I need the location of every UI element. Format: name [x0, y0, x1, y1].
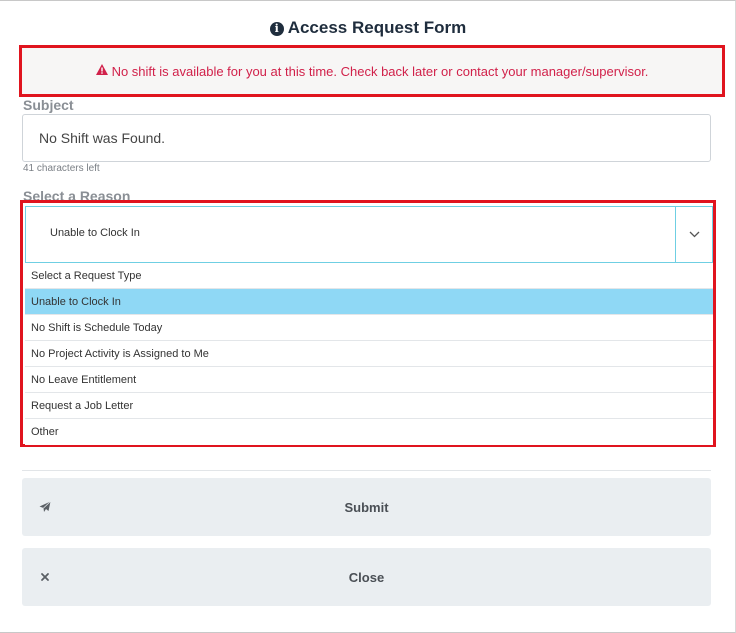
reason-option-selected[interactable]: Unable to Clock In [25, 289, 713, 315]
warning-triangle-icon [95, 64, 108, 78]
dialog-title: i Access Request Form [0, 18, 736, 38]
alert-message: No shift is available for you at this ti… [111, 63, 649, 79]
form-divider [22, 470, 711, 471]
paper-plane-icon [39, 501, 51, 513]
subject-field[interactable]: No Shift was Found. [22, 114, 711, 162]
reason-option[interactable]: Select a Request Type [25, 263, 713, 289]
close-button[interactable]: Close [22, 548, 711, 606]
info-circle-icon: i [269, 22, 284, 36]
reason-option[interactable]: No Shift is Schedule Today [25, 315, 713, 341]
reason-select-value: Unable to Clock In [50, 227, 140, 239]
reason-option[interactable]: Other [25, 419, 713, 445]
submit-button[interactable]: Submit [22, 478, 711, 536]
reason-options-list: Select a Request Type Unable to Clock In… [25, 263, 713, 445]
reason-option[interactable]: Request a Job Letter [25, 393, 713, 419]
chevron-down-icon[interactable] [675, 207, 712, 262]
close-icon [39, 571, 51, 583]
alert-box: No shift is available for you at this ti… [19, 45, 725, 97]
reason-select[interactable]: Unable to Clock In [25, 206, 713, 263]
subject-label: Subject [23, 97, 74, 113]
subject-char-counter: 41 characters left [23, 163, 100, 174]
subject-value: No Shift was Found. [39, 130, 166, 146]
close-label: Close [348, 569, 385, 585]
reason-option[interactable]: No Project Activity is Assigned to Me [25, 341, 713, 367]
alert-content: No shift is available for you at this ti… [22, 48, 722, 94]
submit-label: Submit [344, 499, 389, 515]
reason-option[interactable]: No Leave Entitlement [25, 367, 713, 393]
reason-select-highlight: Unable to Clock In Select a Request Type… [20, 200, 716, 447]
dialog-title-text: Access Request Form [287, 18, 467, 37]
